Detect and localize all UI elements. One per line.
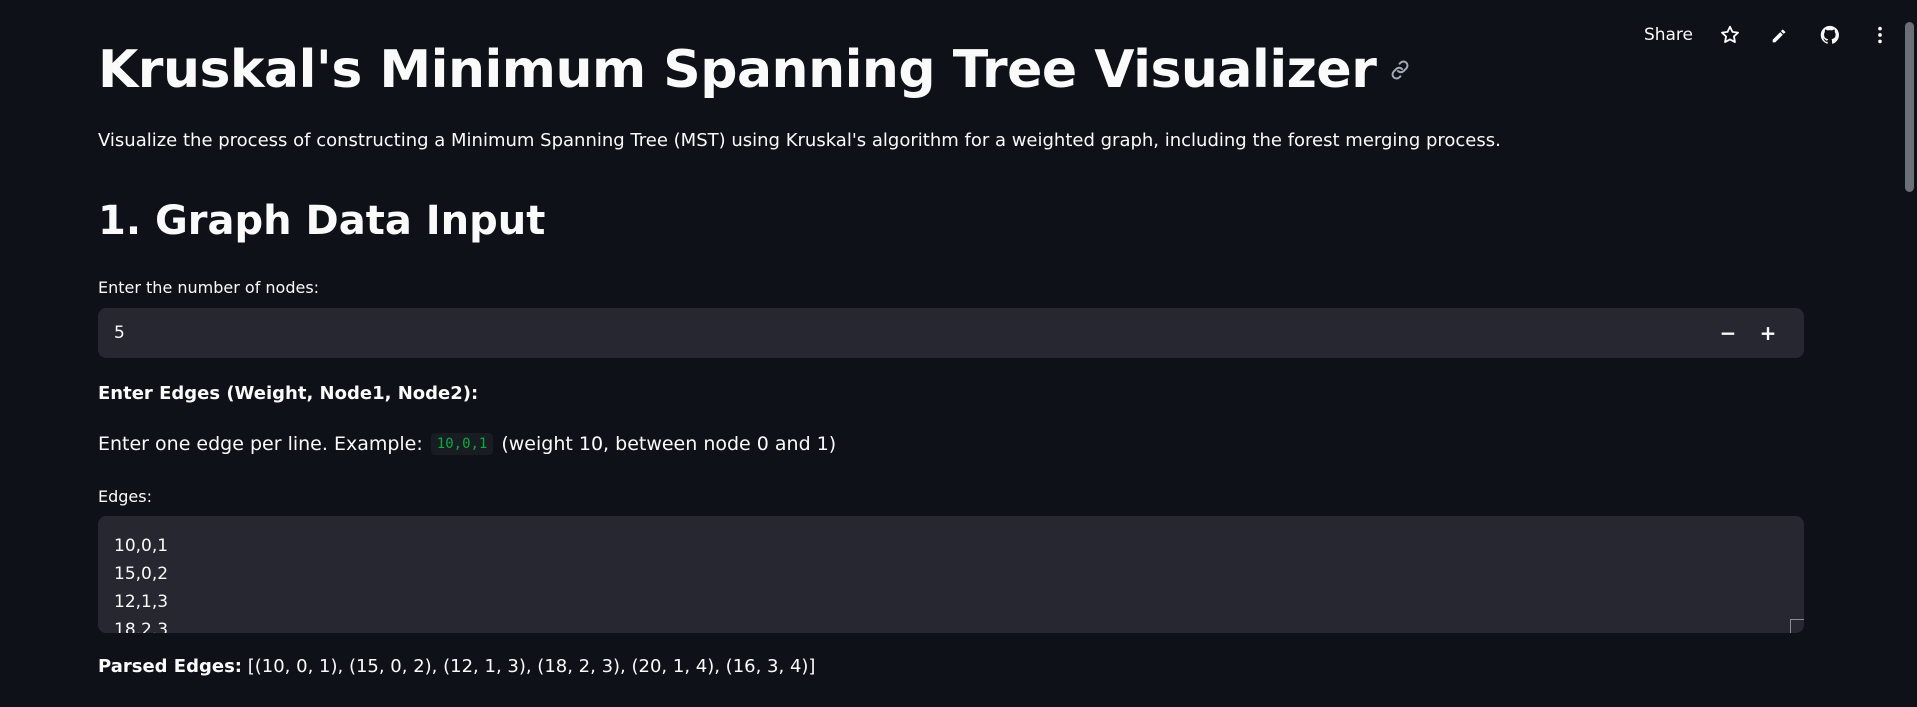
- scrollbar-thumb[interactable]: [1905, 22, 1914, 192]
- parsed-edges: Parsed Edges: [(10, 0, 1), (15, 0, 2), (…: [98, 656, 815, 677]
- parsed-edges-label: Parsed Edges:: [98, 656, 242, 677]
- edge-line: 18,2,3: [114, 620, 169, 633]
- pencil-icon[interactable]: [1767, 22, 1793, 48]
- edges-textarea-label: Edges:: [98, 487, 152, 506]
- edges-hint-code: 10,0,1: [430, 433, 494, 455]
- parsed-edges-value: [(10, 0, 1), (15, 0, 2), (12, 1, 3), (18…: [247, 656, 816, 677]
- edges-hint-prefix: Enter one edge per line. Example:: [98, 433, 423, 455]
- page-title-text: Kruskal's Minimum Spanning Tree Visualiz…: [98, 40, 1377, 100]
- header-toolbar: Share: [1644, 18, 1893, 52]
- nodes-number-input[interactable]: 5 − +: [98, 308, 1804, 358]
- nodes-input-label: Enter the number of nodes:: [98, 278, 320, 297]
- edges-heading: Enter Edges (Weight, Node1, Node2):: [98, 383, 479, 404]
- share-button[interactable]: Share: [1644, 25, 1693, 45]
- github-icon[interactable]: [1817, 22, 1843, 48]
- resize-handle[interactable]: [1790, 619, 1804, 633]
- edges-hint: Enter one edge per line. Example: 10,0,1…: [98, 433, 836, 455]
- quantity-stepper: − +: [1708, 308, 1788, 358]
- edge-line: 15,0,2: [114, 564, 169, 584]
- link-icon[interactable]: [1388, 58, 1412, 82]
- edges-textarea[interactable]: 10,0,1 15,0,2 12,1,3 18,2,3: [98, 516, 1804, 633]
- edge-line: 10,0,1: [114, 536, 169, 556]
- edge-line: 12,1,3: [114, 592, 169, 612]
- page-scrollbar[interactable]: [1901, 0, 1917, 707]
- section-heading: 1. Graph Data Input: [98, 198, 546, 244]
- page-description: Visualize the process of constructing a …: [98, 130, 1501, 151]
- page-title: Kruskal's Minimum Spanning Tree Visualiz…: [98, 40, 1412, 100]
- nodes-input-value[interactable]: 5: [114, 323, 1708, 343]
- increment-button[interactable]: +: [1748, 308, 1788, 358]
- star-icon[interactable]: [1717, 22, 1743, 48]
- more-vertical-icon[interactable]: [1867, 22, 1893, 48]
- edges-hint-suffix: (weight 10, between node 0 and 1): [501, 433, 837, 455]
- decrement-button[interactable]: −: [1708, 308, 1748, 358]
